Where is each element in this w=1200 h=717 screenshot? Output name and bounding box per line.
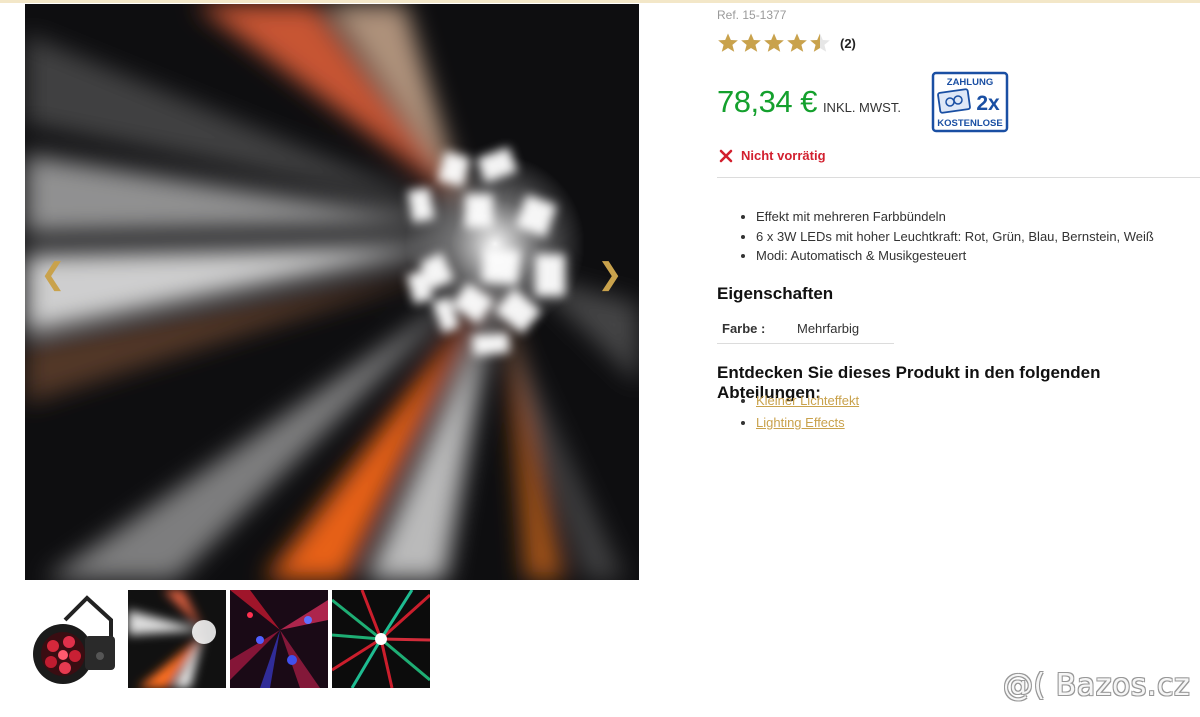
- properties-title: Eigenschaften: [717, 284, 834, 303]
- property-key: Farbe :: [717, 313, 797, 344]
- main-product-image[interactable]: [25, 4, 639, 580]
- payment-badge-top: ZAHLUNG: [947, 77, 993, 88]
- list-item: Kleiner Lichteffekt: [737, 390, 859, 412]
- top-border: [0, 0, 1200, 3]
- payment-badge-middle: 2x: [976, 92, 1000, 115]
- watermark: @( Bazos.cz: [1003, 668, 1191, 703]
- red-blue-beams-thumbnail[interactable]: [230, 590, 328, 688]
- department-link[interactable]: Lighting Effects: [756, 415, 845, 430]
- payment-badge-bottom: KOSTENLOSE: [937, 118, 1002, 129]
- properties-table: Farbe : Mehrfarbig: [717, 313, 894, 344]
- white-orange-beams-thumbnail[interactable]: [128, 590, 226, 688]
- feature-list: Effekt mit mehreren Farbbündeln 6 x 3W L…: [737, 207, 1154, 266]
- stock-status-text: Nicht vorrätig: [741, 148, 826, 163]
- feature-item: Effekt mit mehreren Farbbündeln: [737, 207, 1154, 227]
- star-icon: [787, 33, 807, 52]
- close-icon: [719, 149, 733, 162]
- product-rating[interactable]: (2): [717, 32, 856, 54]
- green-red-beams-thumbnail[interactable]: [332, 590, 430, 688]
- property-value: Mehrfarbig: [797, 313, 894, 344]
- product-device-thumbnail[interactable]: [25, 590, 123, 688]
- gallery-prev-button[interactable]: ❮: [40, 258, 66, 292]
- price-row: 78,34 € INKL. MWST.: [717, 84, 901, 120]
- star-icon: [810, 33, 830, 52]
- table-row: Farbe : Mehrfarbig: [717, 313, 894, 344]
- stock-status: Nicht vorrätig: [719, 148, 826, 163]
- vat-label: INKL. MWST.: [822, 100, 901, 115]
- divider: [717, 177, 1200, 178]
- star-icon: [741, 33, 761, 52]
- rating-count[interactable]: (2): [840, 36, 856, 51]
- feature-item: Modi: Automatisch & Musikgesteuert: [737, 246, 1154, 266]
- star-icon: [718, 33, 738, 52]
- chevron-right-icon: ❯: [597, 257, 623, 292]
- chevron-left-icon: ❮: [40, 257, 66, 292]
- gallery-next-button[interactable]: ❯: [597, 258, 623, 292]
- department-list: Kleiner Lichteffekt Lighting Effects: [737, 390, 859, 434]
- product-reference: Ref. 15-1377: [717, 8, 787, 22]
- department-link[interactable]: Kleiner Lichteffekt: [756, 393, 859, 408]
- payment-badge[interactable]: ZAHLUNG 2x KOSTENLOSE: [930, 71, 1010, 134]
- feature-item: 6 x 3W LEDs mit hoher Leuchtkraft: Rot, …: [737, 227, 1154, 247]
- list-item: Lighting Effects: [737, 412, 859, 434]
- product-price: 78,34 €: [717, 84, 817, 119]
- rating-stars: [717, 32, 832, 54]
- star-icon: [764, 33, 784, 52]
